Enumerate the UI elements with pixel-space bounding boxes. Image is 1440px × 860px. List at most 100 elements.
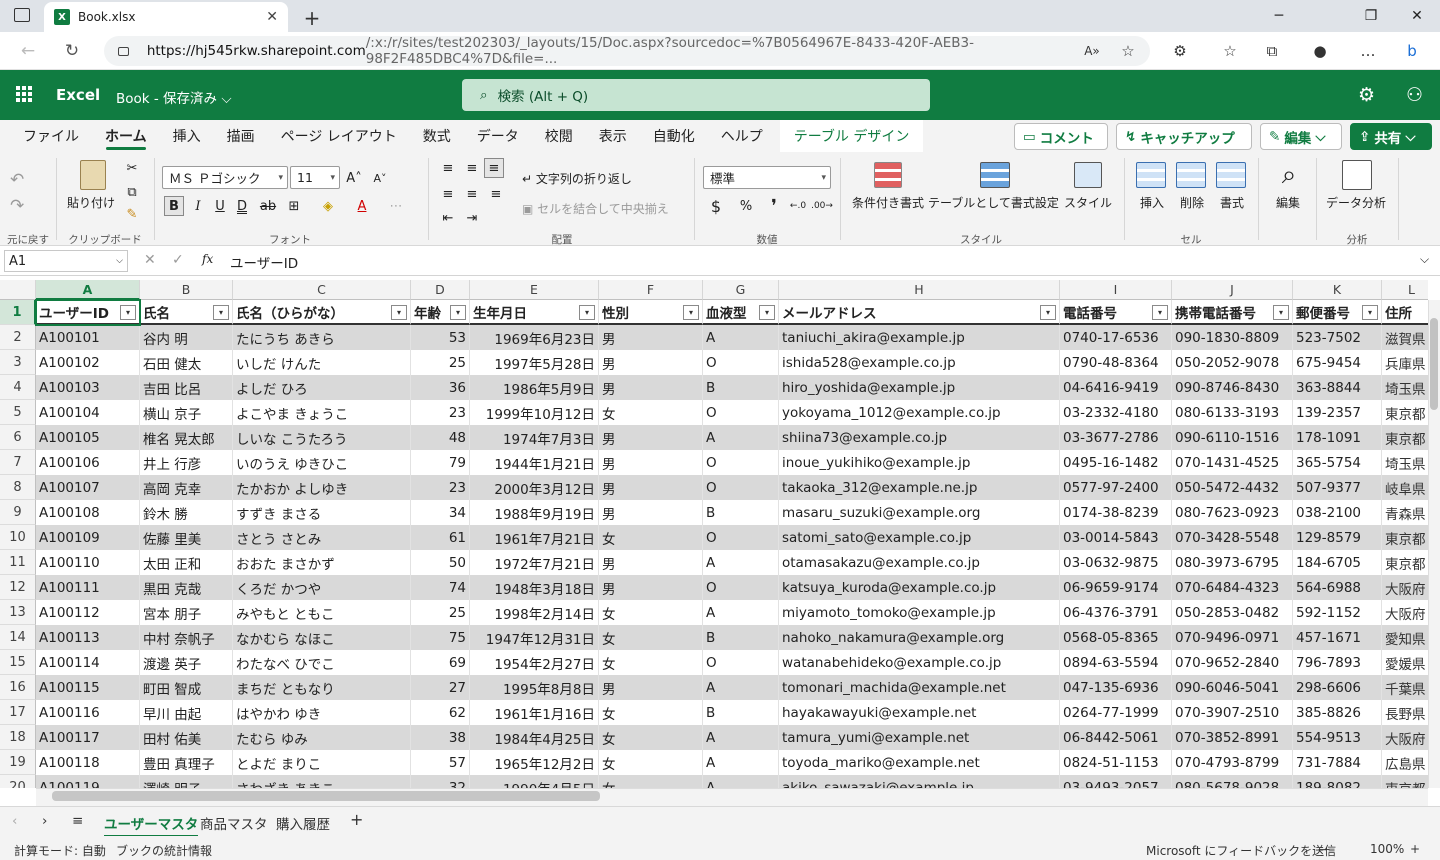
table-cell[interactable]: しいな こうたろう bbox=[233, 425, 411, 450]
table-cell[interactable]: 363-8844 bbox=[1293, 375, 1382, 400]
table-cell[interactable]: 06-8442-5061 bbox=[1060, 725, 1172, 750]
decrease-indent-icon[interactable]: ⇤ bbox=[438, 208, 458, 228]
currency-icon[interactable]: $ bbox=[706, 196, 726, 216]
table-cell[interactable]: 佐藤 里美 bbox=[140, 525, 233, 550]
name-box[interactable]: A1 ⌵ bbox=[4, 250, 128, 272]
table-cell[interactable]: 太田 正和 bbox=[140, 550, 233, 575]
table-cell[interactable]: 椎名 晃太郎 bbox=[140, 425, 233, 450]
column-header[interactable]: D bbox=[411, 280, 470, 300]
read-aloud-icon[interactable]: A» bbox=[1080, 40, 1104, 62]
double-underline-icon[interactable]: D bbox=[232, 196, 252, 216]
row-header[interactable]: 16 bbox=[0, 675, 36, 700]
table-cell[interactable]: 町田 智成 bbox=[140, 675, 233, 700]
table-cell[interactable]: よしだ ひろ bbox=[233, 375, 411, 400]
font-color-icon[interactable]: A bbox=[352, 196, 372, 216]
table-cell[interactable]: 男 bbox=[599, 325, 703, 350]
table-cell[interactable]: A100107 bbox=[36, 475, 140, 500]
table-cell[interactable]: 早川 由起 bbox=[140, 700, 233, 725]
table-cell[interactable]: 男 bbox=[599, 675, 703, 700]
table-cell[interactable]: 女 bbox=[599, 625, 703, 650]
wrap-text-button[interactable]: ↵ 文字列の折り返し bbox=[522, 170, 632, 187]
strikethrough-icon[interactable]: ab bbox=[258, 196, 278, 216]
table-cell[interactable]: 69 bbox=[411, 650, 470, 675]
table-cell[interactable]: shiina73@example.co.jp bbox=[779, 425, 1060, 450]
align-middle-icon[interactable]: ≡ bbox=[462, 158, 482, 178]
table-cell[interactable]: 岐阜県 bbox=[1382, 475, 1428, 500]
table-cell[interactable]: 埼玉県 bbox=[1382, 375, 1428, 400]
align-left-icon[interactable]: ≡ bbox=[438, 184, 458, 204]
table-cell[interactable]: O bbox=[703, 575, 779, 600]
table-cell[interactable]: A100102 bbox=[36, 350, 140, 375]
table-cell[interactable]: 1974年7月3日 bbox=[470, 425, 599, 450]
table-cell[interactable]: 大阪府 bbox=[1382, 725, 1428, 750]
table-cell[interactable]: 東京都 bbox=[1382, 425, 1428, 450]
delete-cells-icon[interactable] bbox=[1176, 162, 1206, 188]
row-header[interactable]: 9 bbox=[0, 500, 36, 525]
find-icon[interactable]: ⌕ bbox=[1274, 160, 1304, 190]
column-header[interactable]: G bbox=[703, 280, 779, 300]
table-cell[interactable]: 女 bbox=[599, 775, 703, 788]
table-cell[interactable]: 070-3852-8991 bbox=[1172, 725, 1293, 750]
table-cell[interactable]: O bbox=[703, 450, 779, 475]
spreadsheet-grid[interactable]: A B C D E F G H I J K L 1 2 3 4 5 6 7 8 9 10 11 12 13 14 15 16 17 18 1… bbox=[0, 280, 1428, 788]
table-cell[interactable]: まちだ ともなり bbox=[233, 675, 411, 700]
table-cell[interactable]: 谷内 明 bbox=[140, 325, 233, 350]
italic-icon[interactable]: I bbox=[188, 196, 208, 216]
conditional-format-icon[interactable] bbox=[874, 162, 902, 188]
share-button[interactable]: ⇪ 共有 ⌵ bbox=[1350, 123, 1432, 150]
table-cell[interactable]: よこやま きょうこ bbox=[233, 400, 411, 425]
table-cell[interactable]: 1947年12月31日 bbox=[470, 625, 599, 650]
row-header[interactable]: 10 bbox=[0, 525, 36, 550]
sheet-next-icon[interactable]: › bbox=[42, 813, 47, 829]
table-cell[interactable]: たかおか よしゆき bbox=[233, 475, 411, 500]
table-cell[interactable]: おおた まさかず bbox=[233, 550, 411, 575]
table-cell[interactable]: 27 bbox=[411, 675, 470, 700]
row-header[interactable]: 2 bbox=[0, 325, 36, 350]
table-cell[interactable]: 48 bbox=[411, 425, 470, 450]
table-cell[interactable]: inoue_yukihiko@example.jp bbox=[779, 450, 1060, 475]
menu-tab-4[interactable]: ページ レイアウト bbox=[268, 120, 410, 152]
tab-close-icon[interactable]: ✕ bbox=[266, 9, 278, 25]
table-cell[interactable]: 澤崎 明子 bbox=[140, 775, 233, 788]
table-cell[interactable]: 03-0014-5843 bbox=[1060, 525, 1172, 550]
table-cell[interactable]: 178-1091 bbox=[1293, 425, 1382, 450]
table-cell[interactable]: taniuchi_akira@example.jp bbox=[779, 325, 1060, 350]
table-header-cell[interactable]: ユーザーID ▾ bbox=[36, 300, 140, 325]
app-name[interactable]: Excel bbox=[56, 86, 100, 104]
table-cell[interactable]: 2000年3月12日 bbox=[470, 475, 599, 500]
table-cell[interactable]: O bbox=[703, 650, 779, 675]
app-launcher-icon[interactable] bbox=[16, 86, 32, 102]
table-cell[interactable]: A100106 bbox=[36, 450, 140, 475]
table-cell[interactable]: 62 bbox=[411, 700, 470, 725]
table-header-cell[interactable]: 生年月日 ▾ bbox=[470, 300, 599, 325]
table-cell[interactable]: 25 bbox=[411, 350, 470, 375]
close-window-icon[interactable]: ✕ bbox=[1394, 0, 1440, 32]
table-cell[interactable]: A bbox=[703, 775, 779, 788]
table-cell[interactable]: 1998年2月14日 bbox=[470, 600, 599, 625]
table-cell[interactable]: 080-5678-9028 bbox=[1172, 775, 1293, 788]
comment-button[interactable]: ▭ コメント bbox=[1014, 123, 1108, 150]
table-cell[interactable]: miyamoto_tomoko@example.jp bbox=[779, 600, 1060, 625]
table-cell[interactable]: 0824-51-1153 bbox=[1060, 750, 1172, 775]
table-cell[interactable]: A100104 bbox=[36, 400, 140, 425]
table-cell[interactable]: 1990年4月5日 bbox=[470, 775, 599, 788]
table-cell[interactable]: A100114 bbox=[36, 650, 140, 675]
table-cell[interactable]: 385-8826 bbox=[1293, 700, 1382, 725]
table-cell[interactable]: 1988年9月19日 bbox=[470, 500, 599, 525]
table-header-cell[interactable]: 携帯電話番号 ▾ bbox=[1172, 300, 1293, 325]
table-cell[interactable]: A100101 bbox=[36, 325, 140, 350]
table-cell[interactable]: 1995年8月8日 bbox=[470, 675, 599, 700]
row-header[interactable]: 3 bbox=[0, 350, 36, 375]
table-cell[interactable]: 129-8579 bbox=[1293, 525, 1382, 550]
all-sheets-icon[interactable]: ≡ bbox=[72, 813, 83, 829]
table-header-cell[interactable]: 氏名（ひらがな） ▾ bbox=[233, 300, 411, 325]
filter-dropdown-icon[interactable]: ▾ bbox=[1273, 305, 1289, 320]
table-cell[interactable]: 女 bbox=[599, 600, 703, 625]
table-cell[interactable]: 038-2100 bbox=[1293, 500, 1382, 525]
menu-tab-3[interactable]: 描画 bbox=[214, 120, 268, 152]
sheet-tab-purchases[interactable]: 購入履歴 bbox=[276, 813, 330, 833]
menu-tab-9[interactable]: 自動化 bbox=[640, 120, 708, 152]
table-cell[interactable]: 1944年1月21日 bbox=[470, 450, 599, 475]
refresh-icon[interactable]: ↻ bbox=[60, 40, 84, 62]
table-cell[interactable]: katsuya_kuroda@example.co.jp bbox=[779, 575, 1060, 600]
